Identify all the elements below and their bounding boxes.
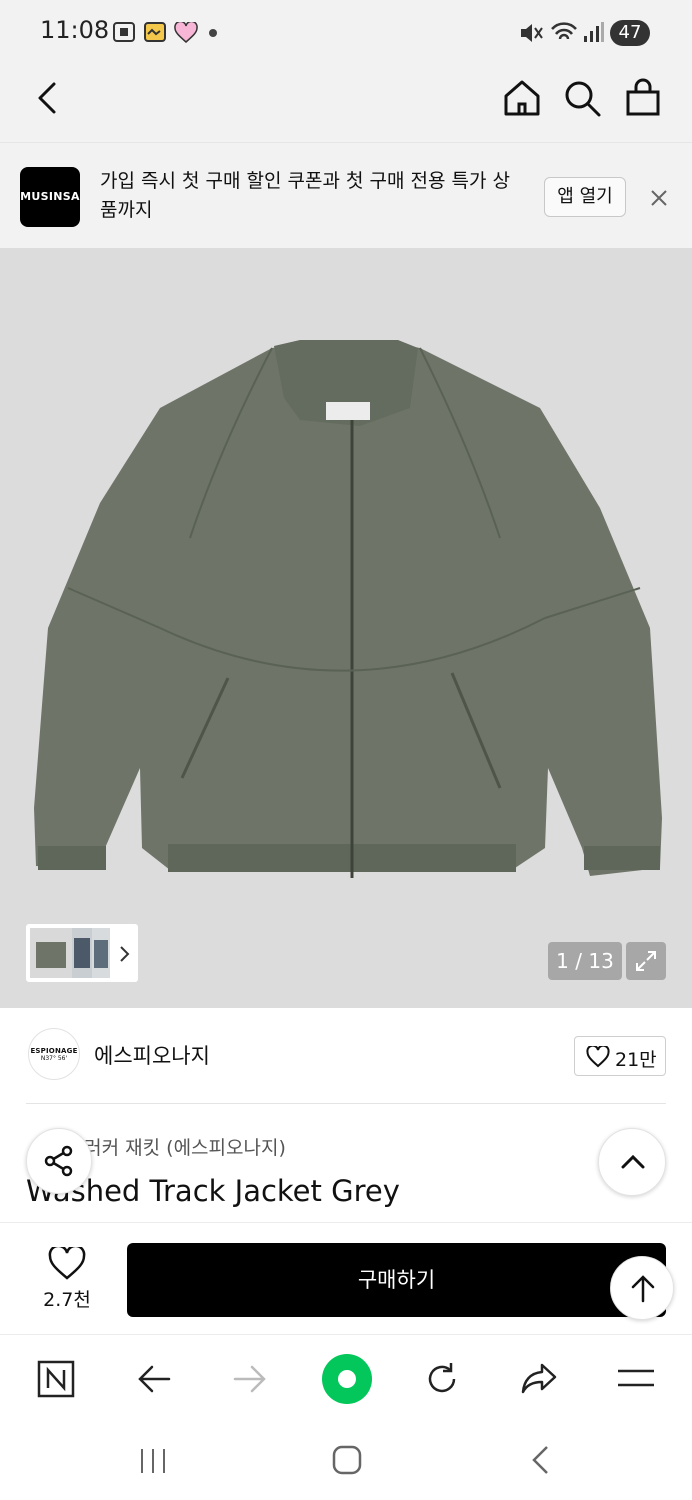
browser-forward-button[interactable] <box>202 1335 298 1425</box>
mute-icon <box>521 24 543 42</box>
arrow-left-icon <box>138 1365 171 1393</box>
brand-logo-sub: N37° 56' <box>40 1055 68 1062</box>
notification-dot-icon <box>209 29 217 37</box>
arrow-up-icon <box>631 1275 655 1303</box>
share-icon <box>44 1145 73 1177</box>
brand-logo-text: ESPIONAGE <box>30 1047 78 1055</box>
reload-button[interactable] <box>394 1335 490 1425</box>
site-header <box>0 56 692 142</box>
signal-icon <box>584 22 604 42</box>
recent-apps-icon[interactable] <box>138 1446 168 1476</box>
chevron-right-icon[interactable] <box>118 944 132 964</box>
gallery-notification-icon <box>144 22 166 42</box>
battery-indicator: 47 <box>610 20 650 46</box>
forward-share-icon <box>521 1363 557 1394</box>
product-image[interactable]: 1 / 13 <box>0 248 692 1008</box>
purchase-bar: 2.7천 구매하기 <box>0 1222 692 1334</box>
heart-icon <box>586 1046 610 1068</box>
search-icon[interactable] <box>562 78 602 118</box>
collapse-button[interactable] <box>598 1128 666 1196</box>
browser-share-button[interactable] <box>490 1335 586 1425</box>
close-icon[interactable] <box>648 187 670 209</box>
brand-like-button[interactable]: 21만 <box>574 1036 666 1076</box>
jacket-photo <box>34 340 662 878</box>
home-nav-icon[interactable] <box>331 1444 363 1476</box>
chevron-up-icon <box>621 1154 645 1169</box>
expand-button[interactable] <box>626 942 666 980</box>
naver-n-icon <box>37 1360 75 1398</box>
musinsa-logo: MUSINSA <box>20 167 80 227</box>
browser-toolbar <box>0 1334 692 1424</box>
hamburger-icon <box>618 1369 654 1387</box>
wishlist-heart-icon[interactable] <box>48 1247 86 1281</box>
browser-back-button[interactable] <box>106 1335 202 1425</box>
back-icon[interactable] <box>30 78 64 118</box>
heart-notification-icon <box>174 22 198 43</box>
wishlist-count: 2.7천 <box>43 1289 91 1311</box>
status-time: 11:08 <box>40 16 110 44</box>
screenshot-icon <box>113 22 135 42</box>
status-bar: 11:08 47 <box>0 0 692 56</box>
buy-button[interactable]: 구매하기 <box>127 1243 666 1317</box>
green-dot-icon <box>322 1354 372 1404</box>
brand-name[interactable]: 에스피오나지 <box>94 1040 210 1070</box>
open-app-button[interactable]: 앱 열기 <box>544 177 626 217</box>
shopping-bag-icon[interactable] <box>624 78 662 118</box>
brand-row: ESPIONAGE N37° 56' 에스피오나지 21만 <box>0 1008 692 1104</box>
app-install-banner: MUSINSA 가입 즉시 첫 구매 할인 쿠폰과 첫 구매 전용 특가 상품까… <box>0 142 692 248</box>
back-nav-icon[interactable] <box>528 1444 554 1476</box>
arrow-right-icon <box>233 1365 266 1393</box>
scroll-top-button[interactable] <box>610 1256 674 1320</box>
thumbnail-strip[interactable] <box>26 924 138 982</box>
share-button[interactable] <box>26 1128 92 1194</box>
green-dot-button[interactable] <box>298 1335 394 1425</box>
reload-icon <box>428 1363 456 1393</box>
brand-like-count: 21만 <box>615 1049 657 1071</box>
banner-message: 가입 즉시 첫 구매 할인 쿠폰과 첫 구매 전용 특가 상품까지 <box>100 170 510 221</box>
expand-icon <box>636 951 656 971</box>
android-nav-bar <box>0 1424 692 1500</box>
wifi-icon <box>551 22 577 40</box>
naver-home-button[interactable] <box>8 1335 104 1425</box>
brand-logo[interactable]: ESPIONAGE N37° 56' <box>28 1028 80 1080</box>
menu-button[interactable] <box>588 1335 684 1425</box>
home-icon[interactable] <box>502 78 542 118</box>
image-counter: 1 / 13 <box>548 942 622 980</box>
divider <box>26 1103 666 1104</box>
